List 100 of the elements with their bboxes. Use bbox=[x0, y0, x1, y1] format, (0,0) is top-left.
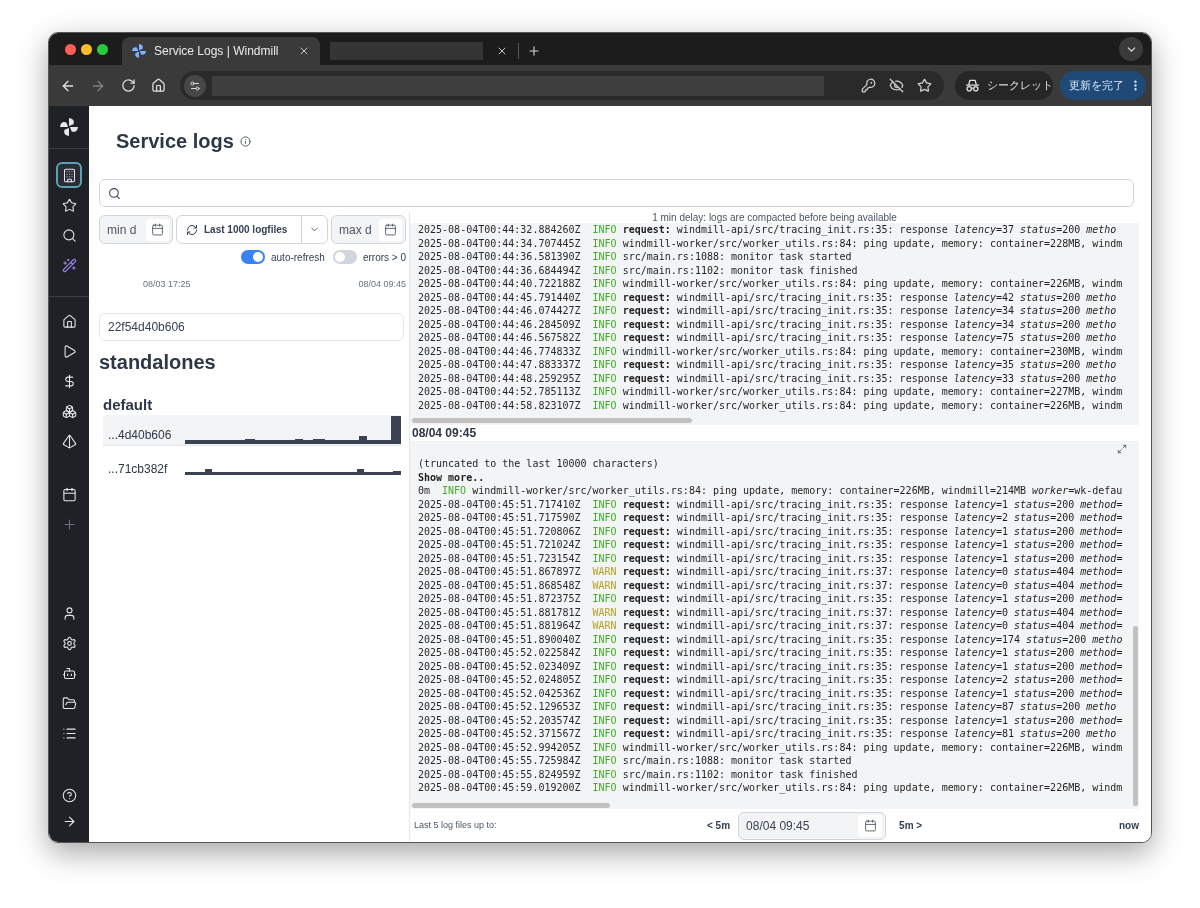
arrow-right-icon bbox=[61, 813, 77, 829]
reload-icon[interactable] bbox=[120, 78, 136, 93]
new-tab-icon[interactable] bbox=[527, 44, 541, 58]
mode-heading: standalones bbox=[99, 351, 216, 373]
vertical-scrollbar[interactable] bbox=[1133, 626, 1138, 806]
timeline-start-label: 08/03 17:25 bbox=[143, 279, 191, 290]
incognito-icon bbox=[965, 79, 981, 92]
log-level: INFO bbox=[592, 371, 617, 385]
log-level: INFO bbox=[592, 713, 617, 727]
log-timestamp: 2025-08-04T00:45:51.867897Z bbox=[418, 565, 581, 579]
horizontal-scrollbar[interactable] bbox=[412, 418, 692, 423]
search-field[interactable] bbox=[99, 179, 1134, 207]
log-timestamp: 0m bbox=[418, 484, 431, 498]
log-message: request: windmill-api/src/tracing_init.rs:35: response latency=87 status=200 metho bbox=[622, 700, 1117, 714]
horizontal-scrollbar[interactable] bbox=[412, 802, 610, 808]
magic-wand-icon bbox=[61, 257, 77, 273]
log-level: INFO bbox=[592, 250, 617, 264]
refresh-button[interactable]: Last 1000 logfiles bbox=[177, 216, 301, 243]
log-level: INFO bbox=[592, 727, 617, 741]
log-timestamp: 2025-08-04T00:44:52.785113Z bbox=[418, 385, 581, 399]
previous-5m-button[interactable]: < 5m bbox=[704, 818, 734, 833]
log-level: INFO bbox=[592, 740, 617, 754]
date-input[interactable]: 08/04 09:45 bbox=[746, 816, 859, 835]
log-timestamp: 2025-08-04T00:45:51.881781Z bbox=[418, 605, 581, 619]
sidebar-button[interactable] bbox=[56, 162, 82, 188]
search-icon bbox=[108, 186, 121, 200]
date-input[interactable]: max d bbox=[339, 220, 377, 239]
eye-off-icon[interactable] bbox=[889, 78, 905, 93]
log-timestamp: 2025-08-04T00:44:36.581390Z bbox=[418, 250, 581, 264]
log-file-name: ...71cb382f bbox=[108, 461, 168, 478]
calendar-button[interactable] bbox=[858, 814, 883, 837]
windmill-logo-icon bbox=[60, 118, 78, 136]
home-icon bbox=[61, 313, 77, 329]
log-message: request: windmill-api/src/tracing_init.rs:35: response latency=81 status=200 metho bbox=[622, 727, 1117, 741]
log-message: request: windmill-api/src/tracing_init.rs:37: response latency=0 status=404 method= bbox=[622, 619, 1123, 633]
bookmark-star-icon[interactable] bbox=[917, 78, 933, 93]
log-level: INFO bbox=[592, 358, 617, 372]
log-timestamp: 2025-08-04T00:45:52.022584Z bbox=[418, 646, 581, 660]
log-message: request: windmill-api/src/tracing_init.rs:35: response latency=174 status=200 metho bbox=[622, 632, 1123, 646]
log-level: INFO bbox=[592, 263, 617, 277]
home-icon[interactable] bbox=[150, 78, 166, 93]
windmill-logo-icon bbox=[132, 44, 146, 58]
log-level: INFO bbox=[592, 686, 617, 700]
log-message: windmill-worker/src/worker_utils.rs:84: ping update, memory: container=226MB, windm bbox=[622, 398, 1123, 412]
date-picker[interactable]: min d bbox=[99, 215, 173, 244]
refresh-icon bbox=[186, 223, 198, 236]
date-picker[interactable]: 08/04 09:45 bbox=[738, 811, 887, 840]
log-level: INFO bbox=[592, 331, 617, 345]
log-timestamp: 2025-08-04T00:45:51.717410Z bbox=[418, 497, 581, 511]
close-tab-icon[interactable] bbox=[298, 45, 310, 57]
play-icon bbox=[61, 343, 77, 359]
date-input[interactable]: min d bbox=[107, 220, 144, 239]
close-window-icon[interactable] bbox=[65, 43, 76, 55]
browser-tab[interactable]: Service Logs | Windmill bbox=[122, 37, 320, 65]
log-level: INFO bbox=[442, 484, 467, 498]
calendar-button[interactable] bbox=[146, 218, 169, 241]
maximize-window-icon[interactable] bbox=[97, 43, 108, 55]
info-icon[interactable] bbox=[239, 136, 251, 147]
calendar-button[interactable] bbox=[379, 218, 402, 241]
log-message: request: windmill-api/src/tracing_init.rs:35: response latency=1 status=200 method= bbox=[622, 646, 1123, 660]
timeline-end-label: 08/04 09:45 bbox=[358, 279, 406, 290]
toggle-label: auto-refresh bbox=[271, 250, 325, 265]
log-message: request: windmill-api/src/tracing_init.rs:35: response latency=1 status=200 method= bbox=[622, 686, 1123, 700]
close-tab-icon[interactable] bbox=[496, 45, 508, 57]
log-level: INFO bbox=[592, 659, 617, 673]
now-button[interactable]: now bbox=[1119, 818, 1139, 833]
next-5m-button[interactable]: 5m > bbox=[896, 818, 926, 833]
log-message: request: windmill-api/src/tracing_init.rs:35: response latency=2 status=200 method= bbox=[622, 673, 1123, 687]
site-settings-icon[interactable] bbox=[183, 74, 206, 97]
page-title: Service logs bbox=[116, 129, 234, 154]
log-level: INFO bbox=[592, 511, 617, 525]
log-message: windmill-worker/src/worker_utils.rs:84: ping update, memory: container=226MB, windm bbox=[622, 740, 1123, 754]
log-timestamp: 2025-08-04T00:45:51.890040Z bbox=[418, 632, 581, 646]
tab-search-button[interactable] bbox=[1119, 37, 1143, 61]
log-timestamp: 2025-08-04T00:44:40.722188Z bbox=[418, 277, 581, 291]
log-level: WARN bbox=[592, 605, 617, 619]
incognito-chip[interactable]: シークレット bbox=[955, 71, 1054, 100]
log-level: INFO bbox=[592, 317, 617, 331]
calendar-icon bbox=[151, 223, 164, 236]
show-more-link[interactable]: Show more.. bbox=[418, 470, 485, 484]
log-level: INFO bbox=[592, 538, 617, 552]
log-message: windmill-worker/src/worker_utils.rs:84: ping update, memory: container=226MB, windm bbox=[622, 781, 1123, 795]
log-message: src/main.rs:1102: monitor task finished bbox=[622, 263, 858, 277]
toggle-switch[interactable] bbox=[332, 250, 357, 264]
hostname-field[interactable]: 22f54d40b606 bbox=[99, 313, 404, 341]
log-timestamp: 2025-08-04T00:44:47.883337Z bbox=[418, 358, 581, 372]
expand-icon[interactable] bbox=[1117, 444, 1127, 454]
toggle-switch[interactable] bbox=[241, 250, 265, 264]
calendar-icon bbox=[384, 223, 397, 236]
log-timestamp: 2025-08-04T00:44:58.823107Z bbox=[418, 398, 581, 412]
update-button[interactable]: 更新を完了 bbox=[1060, 71, 1146, 100]
key-icon[interactable] bbox=[861, 78, 877, 93]
log-message: request: windmill-api/src/tracing_init.rs:35: response latency=34 status=200 metho bbox=[622, 304, 1117, 318]
minimize-window-icon[interactable] bbox=[81, 43, 92, 55]
log-level: INFO bbox=[592, 646, 617, 660]
log-timestamp: 2025-08-04T00:45:52.203574Z bbox=[418, 713, 581, 727]
log-message: windmill-worker/src/worker_utils.rs:84: ping update, memory: container=228MB, windm bbox=[622, 236, 1123, 250]
log-timestamp: 2025-08-04T00:45:51.868548Z bbox=[418, 578, 581, 592]
log-file-row[interactable]: ...4d40b606 bbox=[103, 415, 401, 446]
date-picker[interactable]: max d bbox=[331, 215, 406, 244]
